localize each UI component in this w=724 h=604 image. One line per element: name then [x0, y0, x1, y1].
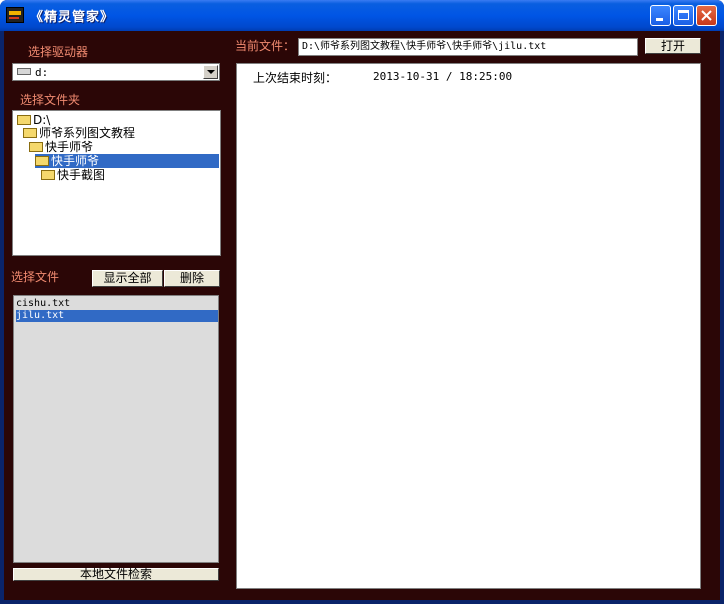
current-file-path[interactable]: D:\师爷系列图文教程\快手师爷\快手师爷\jilu.txt [298, 38, 638, 56]
folder-item-tutorials[interactable]: 师爷系列图文教程 [23, 126, 135, 140]
folder-icon [41, 169, 55, 180]
folder-open-icon [17, 114, 31, 125]
show-all-button[interactable]: 显示全部 [92, 270, 163, 287]
folder-item-root[interactable]: D:\ [17, 113, 50, 127]
last-end-time-value: 2013-10-31 / 18:25:00 [373, 70, 513, 83]
folder-open-icon [23, 127, 37, 138]
folder-item-screenshots[interactable]: 快手截图 [41, 168, 105, 182]
maximize-button[interactable] [673, 5, 694, 26]
delete-button[interactable]: 删除 [164, 270, 220, 287]
folder-open-icon [29, 141, 43, 152]
drive-value: d: [35, 66, 49, 79]
open-button[interactable]: 打开 [645, 38, 701, 54]
file-item-cishu[interactable]: cishu.txt [16, 298, 218, 310]
file-item-jilu[interactable]: jilu.txt [16, 310, 218, 322]
file-content-area[interactable]: 上次结束时刻： 2013-10-31 / 18:25:00 [236, 63, 701, 589]
app-icon[interactable] [6, 7, 24, 23]
folder-label: 选择文件夹 [20, 93, 81, 107]
last-end-time-label: 上次结束时刻： [253, 71, 338, 85]
current-file-label: 当前文件： [235, 39, 296, 53]
window-title: 《精灵管家》 [30, 10, 115, 25]
close-icon [701, 10, 712, 21]
folder-item-kuaishou-selected[interactable]: 快手师爷 [35, 154, 219, 168]
folder-tree[interactable]: D:\ 师爷系列图文教程 快手师爷 快手师爷 快手截图 [12, 110, 221, 256]
file-label: 选择文件 [11, 270, 60, 284]
folder-item-kuaishou[interactable]: 快手师爷 [29, 140, 93, 154]
drive-icon [17, 68, 31, 75]
app-window: 《精灵管家》 选择驱动器 d: 选择文件夹 D:\ 师爷系列图文教程 快手师爷 … [0, 0, 724, 604]
client-area: 选择驱动器 d: 选择文件夹 D:\ 师爷系列图文教程 快手师爷 快手师爷 快手… [4, 31, 720, 600]
title-bar[interactable]: 《精灵管家》 [0, 0, 724, 31]
drive-label: 选择驱动器 [28, 45, 89, 59]
drive-select[interactable]: d: [12, 63, 220, 81]
file-list[interactable]: cishu.txt jilu.txt [13, 295, 219, 563]
chevron-down-icon[interactable] [203, 65, 218, 79]
folder-open-icon [35, 155, 49, 166]
minimize-button[interactable] [650, 5, 671, 26]
local-search-button[interactable]: 本地文件检索 [13, 568, 219, 581]
close-button[interactable] [696, 5, 717, 26]
